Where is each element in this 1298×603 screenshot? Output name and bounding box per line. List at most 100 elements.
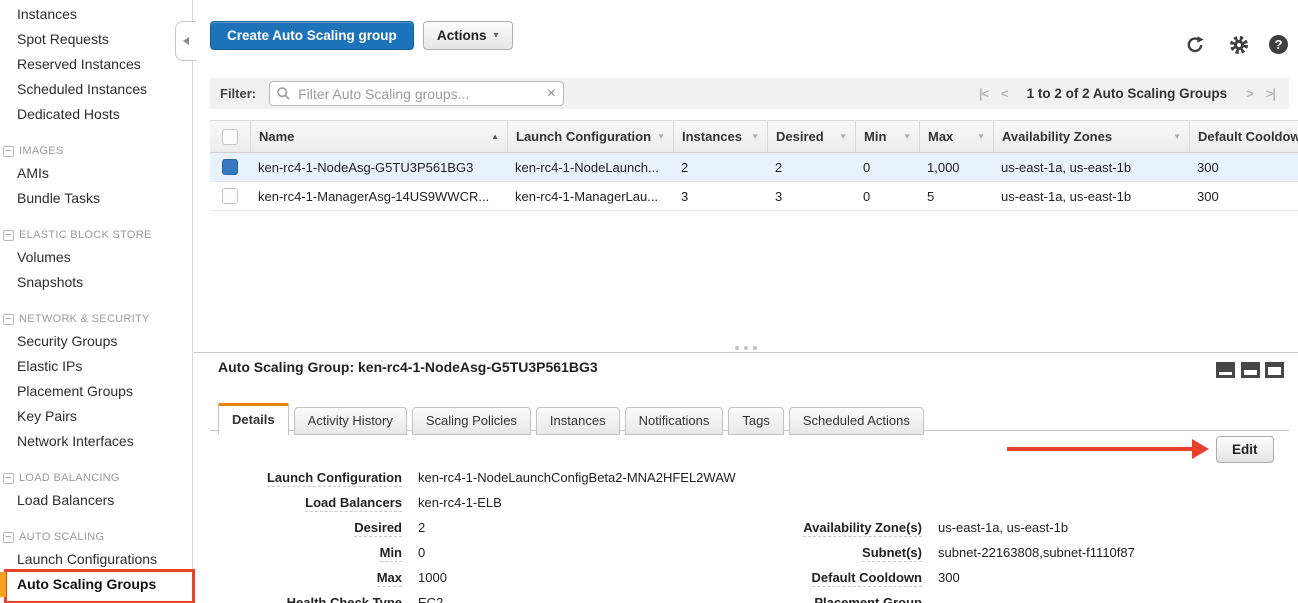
column-header-name[interactable]: Name ▲ — [250, 121, 507, 152]
collapse-section-icon[interactable]: − — [3, 146, 14, 157]
sidebar-item-instances[interactable]: Instances — [0, 2, 192, 27]
next-page-button[interactable]: > — [1246, 86, 1253, 101]
prev-page-button[interactable]: < — [1001, 86, 1008, 101]
filter-bar: Filter: × |< < 1 to 2 of 2 Auto Scaling … — [210, 78, 1289, 109]
cell-desired: 2 — [767, 153, 855, 181]
sidebar-item-launch-configurations[interactable]: Launch Configurations — [0, 547, 192, 572]
help-icon[interactable]: ? — [1269, 35, 1289, 55]
collapse-section-icon[interactable]: − — [3, 532, 14, 543]
sidebar-item-security-groups[interactable]: Security Groups — [0, 329, 192, 354]
column-header-default-cooldown[interactable]: Default Cooldown — [1189, 121, 1298, 152]
cell-name: ken-rc4-1-NodeAsg-G5TU3P561BG3 — [250, 153, 507, 181]
field-value: ken-rc4-1-ELB — [418, 495, 502, 510]
edit-button[interactable]: Edit — [1216, 436, 1274, 463]
details-panel-title: Auto Scaling Group: ken-rc4-1-NodeAsg-G5… — [218, 359, 598, 375]
sidebar-section-header-network-security: − NETWORK & SECURITY — [0, 309, 192, 329]
pane-layout-bottom-icon[interactable] — [1216, 362, 1235, 378]
clear-search-icon[interactable]: × — [547, 83, 556, 104]
column-header-availability-zones[interactable]: Availability Zones ▼ — [993, 121, 1189, 152]
splitter-drag-handle[interactable] — [729, 344, 763, 352]
sidebar-section-ebs: − ELASTIC BLOCK STORE Volumes Snapshots — [0, 225, 192, 295]
first-page-button[interactable]: |< — [979, 86, 988, 101]
search-input[interactable] — [269, 81, 564, 106]
field-launch-configuration: Launch Configuration ken-rc4-1-NodeLaunc… — [240, 470, 736, 495]
sidebar-item-elastic-ips[interactable]: Elastic IPs — [0, 354, 192, 379]
sidebar-section-label: IMAGES — [19, 141, 64, 161]
pane-layout-full-icon[interactable] — [1265, 362, 1284, 378]
details-fields-right: Availability Zone(s) us-east-1a, us-east… — [790, 520, 1135, 603]
sidebar-item-scheduled-instances[interactable]: Scheduled Instances — [0, 77, 192, 102]
refresh-icon[interactable] — [1185, 35, 1205, 55]
tab-scheduled-actions[interactable]: Scheduled Actions — [789, 407, 924, 435]
cell-max: 1,000 — [919, 153, 993, 181]
field-value: 1000 — [418, 570, 447, 585]
details-tabs: Details Activity History Scaling Policie… — [218, 403, 929, 435]
column-header-min[interactable]: Min ▼ — [855, 121, 919, 152]
annotation-arrow-head-icon — [1192, 439, 1209, 459]
select-all-checkbox[interactable] — [222, 129, 238, 145]
field-max: Max 1000 — [240, 570, 736, 595]
tab-notifications[interactable]: Notifications — [625, 407, 724, 435]
sidebar-item-auto-scaling-groups[interactable]: Auto Scaling Groups — [0, 572, 192, 597]
column-header-instances[interactable]: Instances ▼ — [673, 121, 767, 152]
sidebar-item-snapshots[interactable]: Snapshots — [0, 270, 192, 295]
sidebar-item-volumes[interactable]: Volumes — [0, 245, 192, 270]
table-row[interactable]: ken-rc4-1-ManagerAsg-14US9WWCR... ken-rc… — [210, 182, 1298, 211]
sidebar-section-network-security: − NETWORK & SECURITY Security Groups Ela… — [0, 309, 192, 454]
sidebar-section-label: AUTO SCALING — [19, 527, 104, 547]
filter-label: Filter: — [220, 86, 256, 101]
auto-scaling-groups-table: Name ▲ Launch Configuration ▼ Instances … — [210, 120, 1298, 211]
sidebar-item-dedicated-hosts[interactable]: Dedicated Hosts — [0, 102, 192, 127]
column-header-max[interactable]: Max ▼ — [919, 121, 993, 152]
row-checkbox[interactable] — [222, 159, 238, 175]
sidebar-item-key-pairs[interactable]: Key Pairs — [0, 404, 192, 429]
column-label: Max — [928, 129, 953, 144]
tab-instances[interactable]: Instances — [536, 407, 620, 435]
collapse-section-icon[interactable]: − — [3, 473, 14, 484]
sidebar-item-amis[interactable]: AMIs — [0, 161, 192, 186]
last-page-button[interactable]: >| — [1266, 86, 1275, 101]
cell-default-cooldown: 300 — [1189, 153, 1298, 181]
sidebar-item-load-balancers[interactable]: Load Balancers — [0, 488, 192, 513]
ec2-console-screen: Instances Spot Requests Reserved Instanc… — [0, 0, 1298, 603]
column-label: Desired — [776, 129, 824, 144]
row-checkbox[interactable] — [222, 188, 238, 204]
sidebar-section-header-ebs: − ELASTIC BLOCK STORE — [0, 225, 192, 245]
pane-layout-split-icon[interactable] — [1241, 362, 1260, 378]
tab-tags[interactable]: Tags — [728, 407, 783, 435]
column-header-desired[interactable]: Desired ▼ — [767, 121, 855, 152]
sidebar-item-bundle-tasks[interactable]: Bundle Tasks — [0, 186, 192, 211]
search-icon — [276, 86, 291, 106]
create-auto-scaling-group-button[interactable]: Create Auto Scaling group — [210, 21, 414, 50]
collapse-section-icon[interactable]: − — [3, 230, 14, 241]
column-label: Name — [259, 129, 294, 144]
field-label: Placement Group — [814, 595, 922, 603]
collapse-sidebar-icon — [183, 37, 189, 45]
tab-details[interactable]: Details — [218, 403, 289, 435]
select-all-cell — [210, 121, 250, 152]
sort-icon: ▼ — [751, 132, 759, 141]
sidebar-section-header-load-balancing: − LOAD BALANCING — [0, 468, 192, 488]
cell-name: ken-rc4-1-ManagerAsg-14US9WWCR... — [250, 182, 507, 210]
field-placement-group: Placement Group — [790, 595, 1135, 603]
settings-gear-icon[interactable] — [1229, 35, 1249, 55]
column-header-launch-configuration[interactable]: Launch Configuration ▼ — [507, 121, 673, 152]
help-question-glyph: ? — [1269, 35, 1288, 54]
cell-min: 0 — [855, 182, 919, 210]
sidebar-item-placement-groups[interactable]: Placement Groups — [0, 379, 192, 404]
actions-button[interactable]: Actions ▾ — [423, 21, 513, 50]
tab-scaling-policies[interactable]: Scaling Policies — [412, 407, 531, 435]
sidebar-item-network-interfaces[interactable]: Network Interfaces — [0, 429, 192, 454]
pagination: |< < 1 to 2 of 2 Auto Scaling Groups > >… — [979, 86, 1289, 101]
cell-default-cooldown: 300 — [1189, 182, 1298, 210]
tab-activity-history[interactable]: Activity History — [294, 407, 407, 435]
sidebar-item-reserved-instances[interactable]: Reserved Instances — [0, 52, 192, 77]
sidebar-collapse-handle[interactable] — [175, 21, 197, 61]
column-label: Min — [864, 129, 886, 144]
collapse-section-icon[interactable]: − — [3, 314, 14, 325]
details-fields-left: Launch Configuration ken-rc4-1-NodeLaunc… — [240, 470, 736, 603]
table-row[interactable]: ken-rc4-1-NodeAsg-G5TU3P561BG3 ken-rc4-1… — [210, 153, 1298, 182]
search-field-wrapper: × — [269, 81, 564, 106]
cell-availability-zones: us-east-1a, us-east-1b — [993, 153, 1189, 181]
sidebar-item-spot-requests[interactable]: Spot Requests — [0, 27, 192, 52]
